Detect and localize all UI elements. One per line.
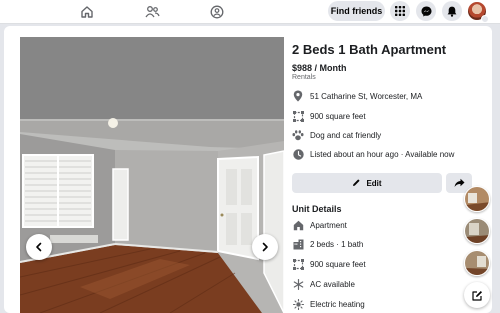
new-message-button[interactable]	[464, 282, 490, 308]
top-navigation-bar: Find friends	[0, 0, 500, 24]
edit-listing-label: Edit	[366, 178, 382, 188]
detail-pets-text: Dog and cat friendly	[310, 130, 382, 140]
notifications-bell-icon	[447, 6, 457, 17]
detail-square-feet: 900 square feet	[292, 109, 366, 123]
unit-detail-type: Apartment	[292, 218, 347, 232]
detail-pets: Dog and cat friendly	[292, 128, 381, 142]
menu-grid-icon	[395, 6, 405, 16]
unit-detail-square-feet: 900 square feet	[292, 257, 366, 271]
detail-address-text: 51 Catharine St, Worcester, MA	[310, 91, 423, 101]
notifications-button[interactable]	[442, 1, 462, 21]
chevron-left-icon	[36, 242, 42, 252]
find-friends-button[interactable]: Find friends	[328, 1, 385, 21]
listing-title: 2 Beds 1 Bath Apartment	[292, 42, 447, 57]
chevron-right-icon	[262, 242, 268, 252]
unit-detail-type-text: Apartment	[310, 220, 347, 230]
chat-head-1[interactable]	[464, 186, 490, 212]
menu-grid-button[interactable]	[390, 1, 410, 21]
apartment-room-image	[20, 37, 284, 313]
share-arrow-icon	[454, 178, 464, 187]
heater-icon	[292, 298, 304, 310]
detail-square-feet-text: 900 square feet	[310, 111, 366, 121]
location-pin-icon	[292, 90, 304, 102]
building-icon	[292, 238, 304, 250]
messenger-icon	[421, 6, 431, 16]
unit-details-heading: Unit Details	[292, 204, 342, 214]
next-photo-button[interactable]	[252, 234, 278, 260]
unit-detail-beds-baths: 2 beds · 1 bath	[292, 237, 363, 251]
edit-listing-button[interactable]: Edit	[292, 173, 442, 193]
listing-photo	[20, 37, 284, 313]
unit-detail-ac: AC available	[292, 277, 355, 291]
listing-category[interactable]: Rentals	[292, 74, 316, 81]
square-footage-icon	[292, 110, 304, 122]
unit-detail-square-feet-text: 900 square feet	[310, 259, 366, 269]
listing-price: $988 / Month	[292, 63, 347, 73]
square-footage-icon	[292, 258, 304, 270]
account-menu-chevron-icon[interactable]	[481, 15, 489, 23]
snowflake-icon	[292, 278, 304, 290]
chat-head-2[interactable]	[464, 218, 490, 244]
detail-listed-time: Listed about an hour ago · Available now	[292, 147, 454, 161]
compose-icon	[471, 290, 482, 301]
detail-address: 51 Catharine St, Worcester, MA	[292, 89, 422, 103]
messenger-button[interactable]	[416, 1, 436, 21]
home-icon[interactable]	[77, 2, 97, 22]
unit-detail-beds-baths-text: 2 beds · 1 bath	[310, 239, 364, 249]
home-outline-icon	[292, 219, 304, 231]
chat-head-3[interactable]	[464, 250, 490, 276]
find-friends-label: Find friends	[330, 6, 383, 16]
unit-detail-heating: Electric heating	[292, 297, 365, 311]
unit-detail-heating-text: Electric heating	[310, 299, 365, 309]
previous-photo-button[interactable]	[26, 234, 52, 260]
detail-listed-time-text: Listed about an hour ago · Available now	[310, 149, 455, 159]
clock-icon	[292, 148, 304, 160]
paw-icon	[292, 129, 304, 141]
unit-detail-ac-text: AC available	[310, 279, 355, 289]
groups-icon[interactable]	[207, 2, 227, 22]
friends-icon[interactable]	[142, 2, 162, 22]
pencil-icon	[352, 178, 361, 189]
